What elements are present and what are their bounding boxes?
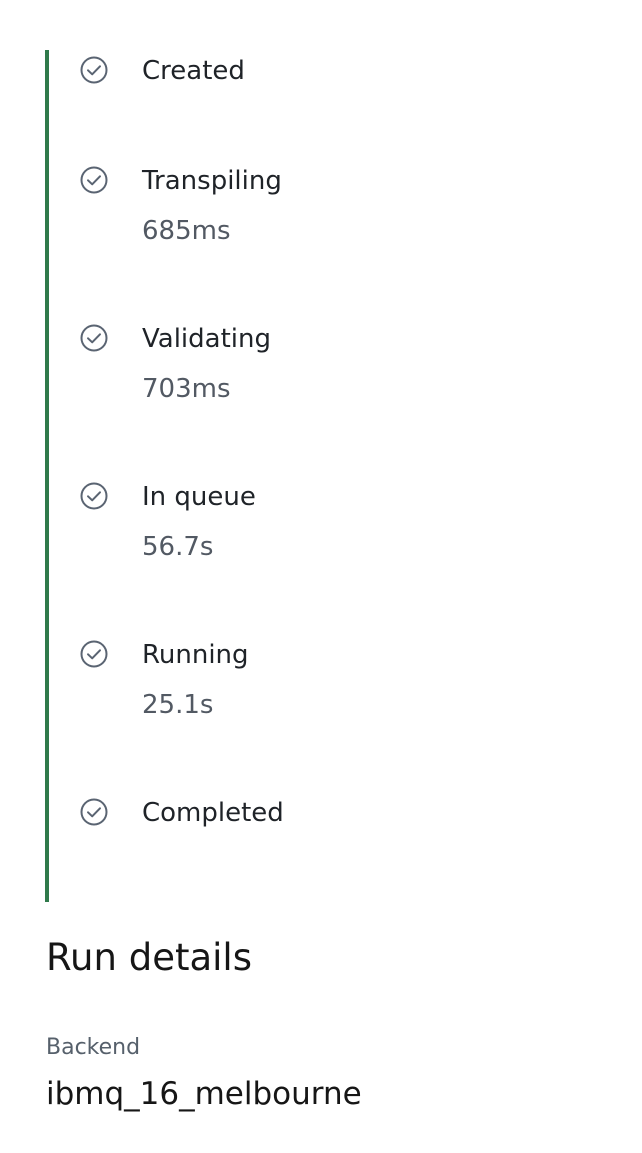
step-label: Transpiling (142, 166, 282, 196)
check-circle-icon (79, 55, 109, 85)
step-duration: 703ms (142, 374, 231, 404)
step-label: Created (142, 56, 245, 86)
check-circle-icon (79, 323, 109, 353)
step-label: Completed (142, 798, 284, 828)
step-label: In queue (142, 482, 256, 512)
check-circle-icon (79, 639, 109, 669)
step-duration: 25.1s (142, 690, 214, 720)
timeline-step-transpiling: Transpiling 685ms (0, 110, 642, 246)
timeline-step-validating: Validating 703ms (0, 268, 642, 404)
backend-value: ibmq_16_melbourne (46, 1076, 362, 1112)
job-status-timeline: Created Transpiling 685ms Validating 703… (0, 0, 642, 905)
timeline-step-completed: Completed (0, 742, 642, 832)
check-circle-icon (79, 165, 109, 195)
timeline-step-running: Running 25.1s (0, 584, 642, 720)
step-label: Validating (142, 324, 271, 354)
step-label: Running (142, 640, 249, 670)
timeline-step-created: Created (0, 0, 642, 90)
backend-label: Backend (46, 1035, 141, 1060)
timeline-step-in-queue: In queue 56.7s (0, 426, 642, 562)
step-duration: 685ms (142, 216, 231, 246)
check-circle-icon (79, 481, 109, 511)
check-circle-icon (79, 797, 109, 827)
run-details-heading: Run details (46, 936, 252, 979)
step-duration: 56.7s (142, 532, 214, 562)
